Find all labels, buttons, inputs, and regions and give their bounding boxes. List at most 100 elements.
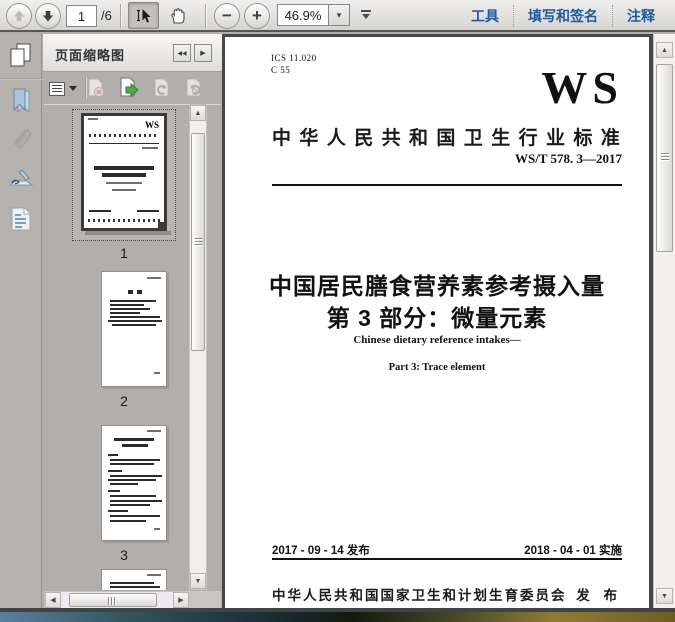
scrollbar-thumb[interactable] — [656, 64, 673, 252]
scrollbar-thumb[interactable] — [69, 593, 157, 607]
document-page[interactable]: ICS 11.020 C 55 WS 中华人民共和国卫生行业标准 WS/T 57… — [225, 37, 649, 608]
document-subtitle-english: Part 3: Trace element — [252, 362, 622, 373]
header-rule — [272, 184, 622, 186]
publisher-row: 中华人民共和国国家卫生和计划生育委员会 发 布 — [272, 584, 622, 604]
thumbnail-page-4[interactable] — [101, 569, 167, 590]
thumbnail-number: 1 — [72, 245, 176, 261]
options-list-icon — [49, 82, 65, 96]
previous-page-button[interactable] — [6, 3, 32, 29]
zoom-out-button[interactable]: − — [214, 3, 240, 29]
toolbar-separator — [120, 4, 121, 28]
overflow-bar-icon — [361, 10, 371, 12]
date-row: 2017 - 09 - 14 发布 2018 - 04 - 01 实施 — [272, 542, 622, 558]
issue-date: 2017 - 09 - 14 发布 — [272, 542, 370, 558]
double-left-arrow-icon: ◀◀ — [177, 50, 186, 57]
document-vertical-scrollbar[interactable]: ▲ ▼ — [653, 34, 675, 608]
attachments-tab[interactable] — [0, 124, 42, 157]
footer-rule — [272, 558, 622, 560]
right-arrow-icon: ▶ — [178, 596, 183, 604]
desktop-background-strip — [0, 612, 675, 622]
strip-divider — [0, 78, 42, 79]
thumbnail-page-3[interactable] — [101, 425, 167, 541]
right-arrow-icon: ▶ — [200, 49, 205, 57]
panel-title: 页面缩略图 — [55, 45, 125, 64]
scrollbar-grip — [195, 238, 203, 247]
page-count-label: /6 — [101, 0, 112, 32]
standard-number: WS/T 578. 3—2017 — [515, 151, 622, 167]
document-title-line2: 第 3 部分：微量元素 — [252, 299, 622, 333]
select-cursor-icon — [135, 7, 153, 25]
page-number-input[interactable] — [66, 5, 97, 27]
pages-icon — [9, 42, 33, 68]
paperclip-icon — [5, 123, 38, 159]
toolbar-right-group: 工具 填写和签名 注释 — [457, 0, 669, 32]
scroll-right-button[interactable]: ▶ — [173, 592, 189, 608]
hand-tool-button[interactable] — [162, 2, 193, 29]
thumbnails-horizontal-scrollbar[interactable]: ◀ ▶ — [44, 591, 190, 609]
document-title-line1: 中国居民膳食营养素参考摄入量 — [252, 267, 622, 301]
panel-header: 页面缩略图 ◀◀ ▶ — [43, 34, 222, 72]
scroll-up-button[interactable]: ▲ — [656, 42, 673, 58]
tools-button[interactable]: 工具 — [457, 5, 513, 27]
scroll-down-button[interactable]: ▼ — [190, 573, 206, 589]
plus-icon: + — [252, 6, 262, 26]
delete-page-icon — [85, 77, 107, 99]
standard-header: 中华人民共和国卫生行业标准 — [272, 123, 624, 150]
toolbar-separator — [205, 4, 206, 28]
document-pane: ICS 11.020 C 55 WS 中华人民共和国卫生行业标准 WS/T 57… — [222, 34, 675, 608]
next-page-button[interactable] — [35, 3, 61, 29]
comments-list-tab[interactable] — [0, 206, 42, 232]
zoom-in-button[interactable]: + — [244, 3, 270, 29]
zoom-level-input[interactable] — [277, 4, 329, 26]
thumbnail-page-1[interactable]: WS — [72, 109, 176, 241]
down-arrow-icon: ▼ — [661, 593, 668, 600]
document-lines-icon — [10, 206, 32, 232]
collapse-panel-button[interactable]: ◀◀ — [173, 44, 191, 62]
main-toolbar: /6 − + ▾ 工具 填写和签名 注释 — [0, 0, 675, 32]
zoom-dropdown-button[interactable]: ▾ — [329, 4, 350, 26]
expand-panel-button[interactable]: ▶ — [194, 44, 212, 62]
scroll-up-button[interactable]: ▲ — [190, 105, 206, 121]
left-arrow-icon: ◀ — [50, 596, 55, 604]
rotate-left-button[interactable] — [149, 76, 175, 100]
scroll-down-button[interactable]: ▼ — [656, 588, 673, 604]
thumb-ws-logo: WS — [145, 120, 159, 130]
publish-label: 发 布 — [576, 584, 622, 604]
toolbar-overflow-button[interactable] — [360, 10, 372, 19]
thumbnail-page-2[interactable] — [101, 271, 167, 387]
arrow-up-icon — [11, 8, 27, 24]
document-title-english: Chinese dietary reference intakes— — [252, 334, 622, 346]
thumbnail-page-preview: WS — [81, 113, 167, 231]
page-thumbnails-tab[interactable] — [0, 42, 42, 68]
signature-icon — [8, 168, 34, 190]
scrollbar-grip — [661, 153, 669, 162]
up-arrow-icon: ▲ — [195, 110, 202, 117]
scrollbar-corner — [190, 591, 221, 609]
implementation-date: 2018 - 04 - 01 实施 — [524, 542, 622, 558]
fill-sign-button[interactable]: 填写和签名 — [513, 5, 612, 27]
scroll-left-button[interactable]: ◀ — [45, 592, 61, 608]
thumbnail-number: 2 — [72, 393, 176, 409]
signatures-tab[interactable] — [0, 168, 42, 190]
delete-page-button[interactable] — [83, 76, 109, 100]
thumbnail-number: 3 — [72, 547, 176, 563]
thumbnails-toolbar — [43, 72, 222, 104]
bookmarks-tab[interactable] — [0, 88, 42, 115]
thumbnail-options-button[interactable] — [49, 79, 79, 98]
rotate-right-button[interactable] — [181, 76, 207, 100]
arrow-down-icon — [40, 8, 56, 24]
up-arrow-icon: ▲ — [661, 47, 668, 54]
down-arrow-icon: ▼ — [195, 578, 202, 585]
comment-button[interactable]: 注释 — [612, 5, 669, 27]
scrollbar-thumb[interactable] — [191, 133, 205, 351]
rotate-left-icon — [151, 77, 173, 99]
scrollbar-grip — [108, 597, 117, 605]
caret-down-icon: ▾ — [337, 10, 342, 21]
chevron-down-icon — [362, 14, 370, 19]
extract-page-button[interactable] — [116, 76, 142, 100]
select-tool-button[interactable] — [128, 2, 159, 29]
caret-down-icon — [69, 86, 77, 91]
bookmark-icon — [10, 88, 32, 115]
classification-code: C 55 — [271, 65, 290, 75]
thumbnails-vertical-scrollbar[interactable]: ▲ ▼ — [189, 104, 207, 590]
